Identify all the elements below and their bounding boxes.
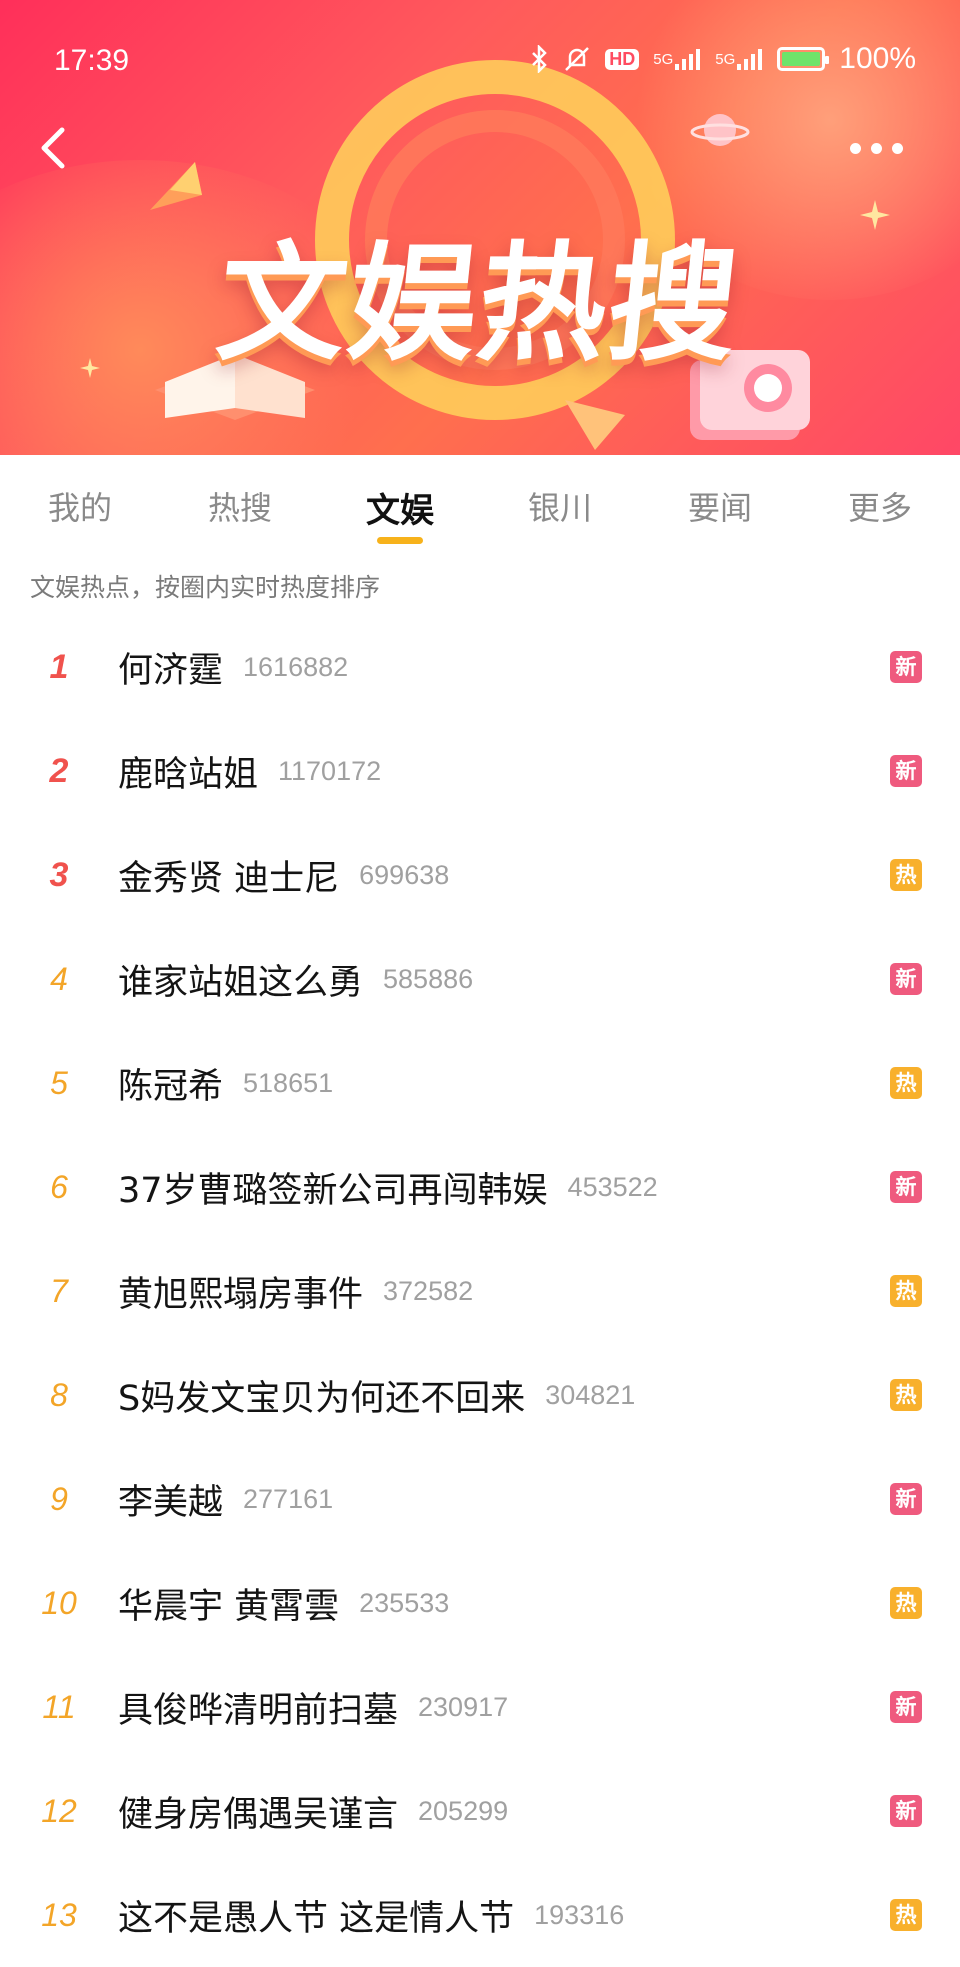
banner-title: 文娱热搜 [210,230,747,379]
chevron-left-icon [41,127,65,169]
hot-badge: 热 [890,1067,922,1099]
heat-count: 193316 [534,1899,625,1930]
heat-count: 585886 [383,963,474,994]
hot-badge: 热 [890,1275,922,1307]
heat-count: 235533 [359,1587,450,1618]
rank-number: 8 [50,1376,68,1413]
new-badge: 新 [890,755,922,787]
item-title: 陈冠希 [118,1066,224,1107]
hot-search-list: 1 何济霆 1616882 新 2 鹿晗站姐 1170172 新 3 金秀贤 迪… [0,615,960,1967]
list-item[interactable]: 7 黄旭熙塌房事件 372582 热 [0,1239,960,1343]
mute-bell-icon [563,45,591,73]
network-type-label: 5G [653,50,674,68]
hot-badge: 热 [890,1899,922,1931]
heat-count: 205299 [418,1795,509,1826]
item-title: 这不是愚人节 这是情人节 [118,1898,515,1939]
tab-news[interactable]: 要闻 [640,455,800,550]
heat-count: 1616882 [243,651,349,682]
heat-count: 230917 [418,1691,509,1722]
hot-badge: 热 [890,1379,922,1411]
item-title: 37岁曹璐签新公司再闯韩娱 [118,1170,548,1211]
tab-mine[interactable]: 我的 [0,455,160,550]
item-title: 华晨宇 黄霄雲 [118,1586,340,1627]
hot-badge: 热 [890,1587,922,1619]
new-badge: 新 [890,1483,922,1515]
item-title: 健身房偶遇吴谨言 [118,1794,399,1835]
heat-count: 453522 [567,1171,658,1202]
category-tabs: 我的 热搜 文娱 银川 要闻 更多 [0,455,960,550]
list-item[interactable]: 6 37岁曹璐签新公司再闯韩娱 453522 新 [0,1135,960,1239]
heat-count: 304821 [545,1379,636,1410]
dot-icon [892,142,903,154]
triangle-decoration-icon [565,400,625,450]
rank-number: 6 [50,1168,68,1205]
list-item[interactable]: 13 这不是愚人节 这是情人节 193316 热 [0,1863,960,1967]
heat-count: 1170172 [278,755,382,786]
list-item[interactable]: 1 何济霆 1616882 新 [0,615,960,719]
rank-number: 13 [41,1896,77,1933]
list-item[interactable]: 2 鹿晗站姐 1170172 新 [0,719,960,823]
dot-icon [850,142,861,154]
tab-hot-search[interactable]: 热搜 [160,455,320,550]
rank-number: 1 [49,647,69,686]
rank-number: 2 [49,751,69,790]
item-title: 黄旭熙塌房事件 [118,1274,364,1315]
heat-count: 277161 [243,1483,334,1514]
item-title: S妈发文宝贝为何还不回来 [118,1378,526,1419]
signal-icon: 5G [653,48,701,70]
list-item[interactable]: 8 S妈发文宝贝为何还不回来 304821 热 [0,1343,960,1447]
list-item[interactable]: 9 李美越 277161 新 [0,1447,960,1551]
rank-number: 10 [41,1584,77,1621]
list-item[interactable]: 10 华晨宇 黄霄雲 235533 热 [0,1551,960,1655]
rank-number: 3 [49,855,69,894]
heat-count: 518651 [243,1067,334,1098]
hot-badge: 热 [890,859,922,891]
item-title: 鹿晗站姐 [118,754,259,795]
list-item[interactable]: 12 健身房偶遇吴谨言 205299 新 [0,1759,960,1863]
bluetooth-icon [531,45,549,73]
dot-icon [871,142,882,154]
signal-icon: 5G [715,48,763,70]
battery-percent: 100% [839,42,916,75]
more-options-button[interactable] [850,130,920,166]
rank-number: 4 [50,960,68,997]
back-button[interactable] [26,118,86,178]
new-badge: 新 [890,1691,922,1723]
hd-icon: HD [605,48,640,70]
network-type-label: 5G [715,50,736,68]
new-badge: 新 [890,1795,922,1827]
rank-number: 9 [50,1480,68,1517]
item-title: 谁家站姐这么勇 [118,962,364,1003]
list-item[interactable]: 3 金秀贤 迪士尼 699638 热 [0,823,960,927]
tab-more[interactable]: 更多 [800,455,960,550]
battery-icon [777,47,830,71]
rank-number: 12 [41,1792,77,1829]
list-description: 文娱热点，按圈内实时热度排序 [30,573,381,602]
heat-count: 372582 [383,1275,474,1306]
new-badge: 新 [890,1171,922,1203]
planet-icon [690,114,750,146]
rank-number: 5 [50,1064,68,1101]
item-title: 何济霆 [118,650,224,691]
rank-number: 7 [50,1272,68,1309]
heat-count: 699638 [359,859,450,890]
item-title: 具俊晔清明前扫墓 [118,1690,399,1731]
list-item[interactable]: 5 陈冠希 518651 热 [0,1031,960,1135]
rank-number: 11 [42,1688,76,1725]
new-badge: 新 [890,651,922,683]
header-banner: 17:39 HD 5G 5G 100% 文娱热搜 [0,0,960,455]
status-icons: HD 5G 5G 100% [531,42,916,76]
tab-entertainment[interactable]: 文娱 [320,455,480,550]
list-item[interactable]: 11 具俊晔清明前扫墓 230917 新 [0,1655,960,1759]
item-title: 李美越 [118,1482,224,1523]
status-time: 17:39 [54,44,130,77]
tab-yinchuan[interactable]: 银川 [480,455,640,550]
item-title: 金秀贤 迪士尼 [118,858,340,899]
status-bar: 17:39 HD 5G 5G 100% [0,30,960,90]
new-badge: 新 [890,963,922,995]
list-item[interactable]: 4 谁家站姐这么勇 585886 新 [0,927,960,1031]
